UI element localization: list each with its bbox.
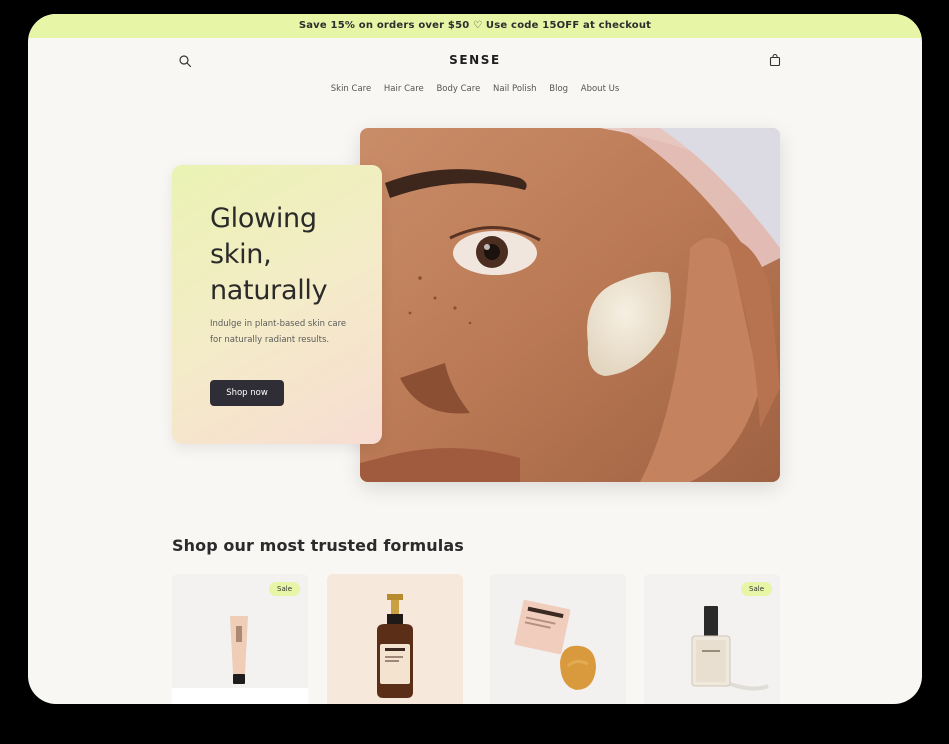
nav-item-hair-care[interactable]: Hair Care bbox=[384, 84, 424, 94]
pump-bottle-image bbox=[377, 594, 413, 698]
product-card-tube[interactable]: Sale bbox=[172, 574, 308, 704]
nav-item-body-care[interactable]: Body Care bbox=[436, 84, 480, 94]
shop-now-button[interactable]: Shop now bbox=[210, 380, 284, 406]
sale-badge: Sale bbox=[269, 582, 300, 596]
main-nav: Skin Care Hair Care Body Care Nail Polis… bbox=[28, 84, 922, 94]
brand-logo[interactable]: SENSE bbox=[28, 53, 922, 67]
hero-image bbox=[360, 128, 780, 482]
browser-frame: Save 15% on orders over $50 ♡ Use code 1… bbox=[28, 14, 922, 704]
hero-title: Glowing skin, naturally bbox=[210, 203, 328, 306]
product-card-nail-polish[interactable]: Sale bbox=[644, 574, 780, 704]
nav-item-about-us[interactable]: About Us bbox=[581, 84, 619, 94]
sale-badge: Sale bbox=[741, 582, 772, 596]
nav-item-skin-care[interactable]: Skin Care bbox=[331, 84, 371, 94]
site-header: SENSE Skin Care Hair Care Body Care Nail… bbox=[28, 38, 922, 128]
bag-icon[interactable] bbox=[768, 53, 782, 67]
hero-subtitle: Indulge in plant-based skin care for nat… bbox=[210, 319, 347, 345]
box-and-sponge-image bbox=[514, 599, 596, 690]
section-title: Shop our most trusted formulas bbox=[172, 536, 464, 555]
product-card-box-sponge[interactable] bbox=[490, 574, 626, 704]
announcement-bar: Save 15% on orders over $50 ♡ Use code 1… bbox=[28, 14, 922, 38]
product-card-pump-bottle[interactable] bbox=[327, 574, 463, 704]
nav-item-blog[interactable]: Blog bbox=[549, 84, 568, 94]
nav-item-nail-polish[interactable]: Nail Polish bbox=[493, 84, 537, 94]
hero-card: Glowing skin, naturally Indulge in plant… bbox=[172, 165, 382, 444]
